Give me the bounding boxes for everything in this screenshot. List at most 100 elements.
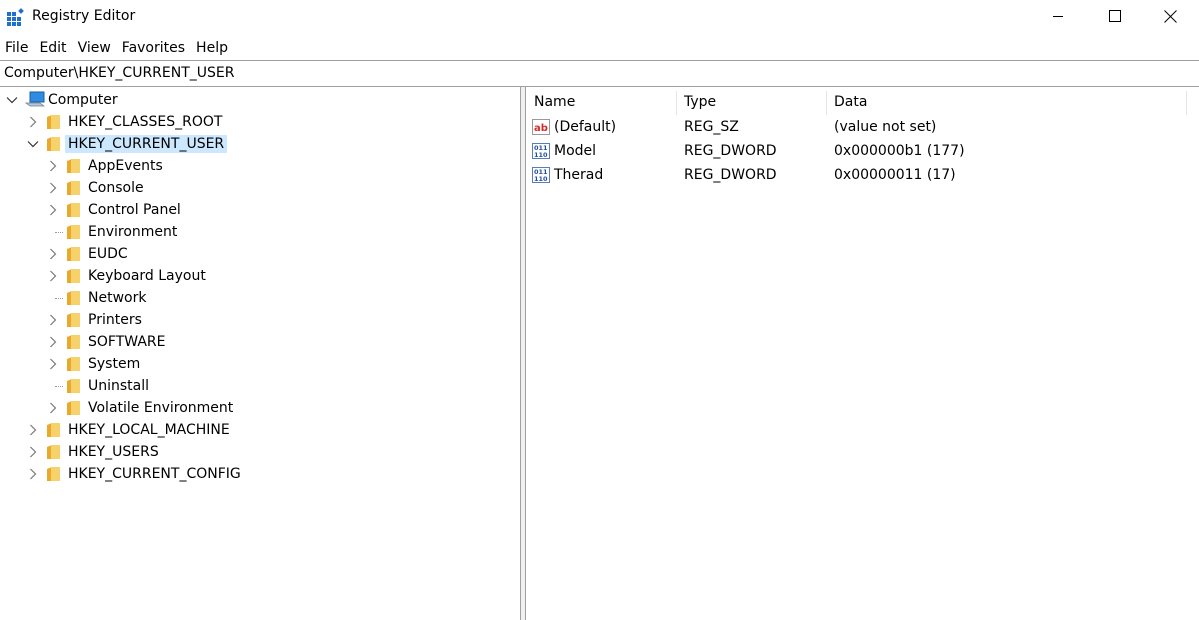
menu-help[interactable]: Help bbox=[191, 36, 233, 60]
tree-item-computer[interactable]: Computer bbox=[0, 89, 300, 111]
column-header-data[interactable]: Data bbox=[827, 91, 1187, 115]
menu-file[interactable]: File bbox=[0, 36, 33, 60]
values-list-pane[interactable]: Name Type Data ab (Default) REG_SZ (valu… bbox=[527, 87, 1199, 620]
minimize-button[interactable] bbox=[1029, 0, 1086, 32]
tree-item-network[interactable]: Network bbox=[0, 287, 300, 309]
tree-item-system[interactable]: System bbox=[0, 353, 300, 375]
tree-label: Computer bbox=[48, 92, 118, 108]
tree-item-hkey-classes-root[interactable]: HKEY_CLASSES_ROOT bbox=[0, 111, 300, 133]
tree-label: HKEY_USERS bbox=[68, 444, 159, 460]
column-header-type[interactable]: Type bbox=[677, 91, 827, 115]
address-bar[interactable]: Computer\HKEY_CURRENT_USER bbox=[0, 60, 1199, 87]
tree-item-keyboard-layout[interactable]: Keyboard Layout bbox=[0, 265, 300, 287]
column-header-label: Name bbox=[534, 94, 576, 110]
tree-label: Network bbox=[88, 290, 147, 306]
tree-label: Volatile Environment bbox=[88, 400, 234, 416]
tree-connector bbox=[55, 232, 63, 233]
svg-text:ab: ab bbox=[534, 123, 548, 134]
value-name: Model bbox=[554, 143, 597, 159]
tree-label: Keyboard Layout bbox=[88, 268, 206, 284]
chevron-right-icon[interactable] bbox=[27, 446, 39, 458]
key-tree-pane[interactable]: Computer HKEY_CLASSES_ROOT HKEY_CURRENT_… bbox=[0, 87, 520, 620]
folder-icon bbox=[67, 335, 80, 349]
chevron-right-icon[interactable] bbox=[47, 358, 59, 370]
address-path[interactable]: Computer\HKEY_CURRENT_USER bbox=[4, 65, 234, 81]
tree-connector bbox=[55, 298, 63, 299]
maximize-button[interactable] bbox=[1086, 0, 1143, 32]
chevron-right-icon[interactable] bbox=[47, 160, 59, 172]
tree-connector bbox=[55, 386, 63, 387]
chevron-right-icon[interactable] bbox=[27, 424, 39, 436]
folder-icon bbox=[47, 423, 60, 437]
chevron-right-icon[interactable] bbox=[47, 182, 59, 194]
chevron-down-icon[interactable] bbox=[27, 138, 39, 150]
tree-label: SOFTWARE bbox=[88, 334, 166, 350]
close-button[interactable] bbox=[1142, 0, 1199, 32]
folder-icon bbox=[67, 357, 80, 371]
tree-item-software[interactable]: SOFTWARE bbox=[0, 331, 300, 353]
tree-item-printers[interactable]: Printers bbox=[0, 309, 300, 331]
list-row-model[interactable]: 011 110 Model REG_DWORD 0x000000b1 (177) bbox=[527, 139, 1187, 163]
tree-label: AppEvents bbox=[88, 158, 163, 174]
maximize-icon bbox=[1108, 10, 1121, 22]
chevron-right-icon[interactable] bbox=[47, 204, 59, 216]
folder-icon bbox=[67, 203, 80, 217]
tree-label: Control Panel bbox=[88, 202, 181, 218]
value-data: 0x000000b1 (177) bbox=[834, 143, 965, 159]
chevron-right-icon[interactable] bbox=[47, 402, 59, 414]
tree-label: HKEY_LOCAL_MACHINE bbox=[68, 422, 230, 438]
close-icon bbox=[1164, 9, 1177, 23]
pane-splitter[interactable] bbox=[520, 87, 526, 620]
menu-favorites[interactable]: Favorites bbox=[117, 36, 190, 60]
list-row-therad[interactable]: 011 110 Therad REG_DWORD 0x00000011 (17) bbox=[527, 163, 1187, 187]
list-row-default[interactable]: ab (Default) REG_SZ (value not set) bbox=[527, 115, 1187, 139]
menu-bar: File Edit View Favorites Help bbox=[0, 36, 234, 60]
tree-label: Console bbox=[88, 180, 144, 196]
tree-item-control-panel[interactable]: Control Panel bbox=[0, 199, 300, 221]
tree-item-appevents[interactable]: AppEvents bbox=[0, 155, 300, 177]
menu-view[interactable]: View bbox=[73, 36, 116, 60]
tree-item-environment[interactable]: Environment bbox=[0, 221, 300, 243]
registry-editor-app-icon bbox=[7, 8, 24, 26]
value-name: Therad bbox=[554, 167, 604, 183]
chevron-right-icon[interactable] bbox=[47, 336, 59, 348]
tree-item-hkey-current-config[interactable]: HKEY_CURRENT_CONFIG bbox=[0, 463, 300, 485]
tree-label: EUDC bbox=[88, 246, 128, 262]
chevron-right-icon[interactable] bbox=[27, 116, 39, 128]
chevron-right-icon[interactable] bbox=[47, 314, 59, 326]
tree-label: Printers bbox=[88, 312, 142, 328]
folder-icon bbox=[47, 445, 60, 459]
binary-value-icon: 011 110 bbox=[532, 167, 550, 183]
folder-icon bbox=[47, 137, 60, 151]
list-header: Name Type Data bbox=[527, 91, 1187, 115]
tree-label: HKEY_CURRENT_CONFIG bbox=[68, 466, 241, 482]
tree-item-hkey-users[interactable]: HKEY_USERS bbox=[0, 441, 300, 463]
value-data: 0x00000011 (17) bbox=[834, 167, 956, 183]
svg-text:110: 110 bbox=[534, 175, 548, 183]
chevron-right-icon[interactable] bbox=[27, 468, 39, 480]
tree-item-hkey-current-user[interactable]: HKEY_CURRENT_USER bbox=[0, 133, 300, 155]
chevron-right-icon[interactable] bbox=[47, 270, 59, 282]
tree-item-volatile-environment[interactable]: Volatile Environment bbox=[0, 397, 300, 419]
tree-label: Environment bbox=[88, 224, 178, 240]
tree-item-console[interactable]: Console bbox=[0, 177, 300, 199]
binary-value-icon: 011 110 bbox=[532, 143, 550, 159]
folder-icon bbox=[67, 181, 80, 195]
window-title: Registry Editor bbox=[32, 8, 136, 24]
column-header-label: Type bbox=[684, 94, 717, 110]
value-name: (Default) bbox=[554, 119, 617, 135]
menu-edit[interactable]: Edit bbox=[34, 36, 71, 60]
string-value-icon: ab bbox=[532, 119, 550, 135]
value-data: (value not set) bbox=[834, 119, 937, 135]
tree-item-eudc[interactable]: EUDC bbox=[0, 243, 300, 265]
folder-icon bbox=[67, 313, 80, 327]
tree-label: System bbox=[88, 356, 141, 372]
chevron-right-icon[interactable] bbox=[47, 248, 59, 260]
tree-item-uninstall[interactable]: Uninstall bbox=[0, 375, 300, 397]
folder-icon bbox=[67, 247, 80, 261]
column-header-name[interactable]: Name bbox=[527, 91, 677, 115]
chevron-down-icon[interactable] bbox=[6, 94, 18, 106]
title-bar: Registry Editor bbox=[0, 0, 1199, 34]
column-header-label: Data bbox=[834, 94, 868, 110]
tree-item-hkey-local-machine[interactable]: HKEY_LOCAL_MACHINE bbox=[0, 419, 300, 441]
